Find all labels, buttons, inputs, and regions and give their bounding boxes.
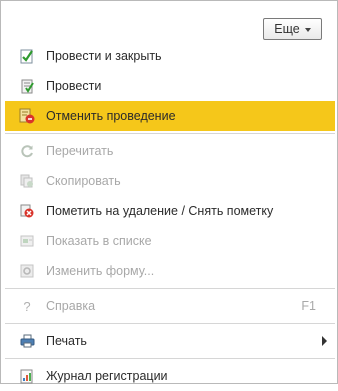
event-log-icon <box>19 368 35 384</box>
change-form-icon <box>19 263 35 279</box>
menu-item-label: Перечитать <box>46 144 114 158</box>
print-icon <box>19 333 35 349</box>
menu-item-label: Отменить проведение <box>46 109 176 123</box>
copy-icon <box>19 173 35 189</box>
post-icon <box>19 78 35 94</box>
menu-item-post[interactable]: Провести <box>5 71 335 101</box>
chevron-down-icon <box>304 27 311 32</box>
chevron-right-icon <box>322 336 327 346</box>
menu-item-label: Показать в списке <box>46 234 152 248</box>
menu-item-label: Скопировать <box>46 174 121 188</box>
help-shortcut: F1 <box>301 299 316 313</box>
actions-menu: Провести и закрыть Провести Отменить про… <box>5 41 335 391</box>
menu-item-label: Пометить на удаление / Снять пометку <box>46 204 274 218</box>
menu-item-change-form[interactable]: Изменить форму... <box>5 256 335 286</box>
menu-item-label: Провести и закрыть <box>46 49 162 63</box>
menu-item-copy[interactable]: Скопировать <box>5 166 335 196</box>
menu-item-help[interactable]: ? Справка F1 <box>5 291 335 321</box>
menu-item-label: Справка <box>46 299 96 313</box>
menu-item-cancel-posting[interactable]: Отменить проведение <box>5 101 335 131</box>
menu-item-print[interactable]: Печать <box>5 326 335 356</box>
menu-item-post-and-close[interactable]: Провести и закрыть <box>5 41 335 71</box>
menu-item-label: Печать <box>46 334 87 348</box>
toolbar: Еще <box>1 1 337 40</box>
menu-item-label: Изменить форму... <box>46 264 155 278</box>
post-and-close-icon <box>19 48 35 64</box>
show-in-list-icon <box>19 233 35 249</box>
menu-item-label: Провести <box>46 79 102 93</box>
cancel-posting-icon <box>19 108 35 124</box>
menu-item-reread[interactable]: Перечитать <box>5 136 335 166</box>
help-icon: ? <box>23 298 31 314</box>
menu-item-show-in-list[interactable]: Показать в списке <box>5 226 335 256</box>
more-button[interactable]: Еще <box>263 18 322 40</box>
dropdown-window: Еще Провести и закрыть Провести Отменить… <box>0 0 338 384</box>
menu-item-mark-deletion[interactable]: Пометить на удаление / Снять пометку <box>5 196 335 226</box>
reread-icon <box>19 143 35 159</box>
menu-item-event-log[interactable]: Журнал регистрации <box>5 361 335 391</box>
mark-deletion-icon <box>19 203 35 219</box>
menu-item-label: Журнал регистрации <box>46 369 168 383</box>
more-button-label: Еще <box>274 22 300 36</box>
